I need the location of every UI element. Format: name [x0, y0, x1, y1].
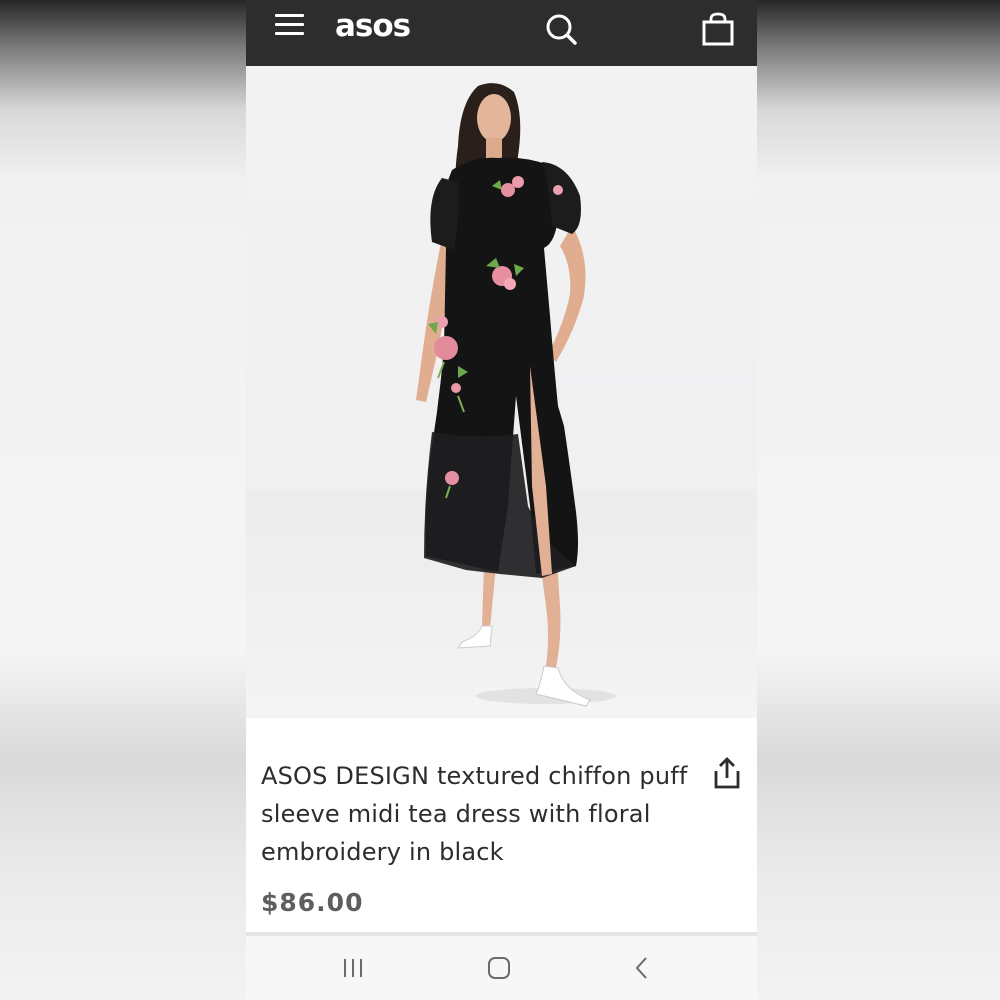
background-left: [0, 0, 246, 1000]
asos-logo[interactable]: asos: [335, 6, 411, 46]
recent-apps-icon[interactable]: [342, 956, 366, 980]
bag-icon[interactable]: [700, 11, 736, 47]
home-icon[interactable]: [486, 955, 512, 981]
background-right: [757, 0, 1000, 1000]
product-title: ASOS DESIGN textured chiffon puff sleeve…: [261, 762, 688, 866]
product-price: $86.00: [261, 888, 364, 917]
share-icon[interactable]: [712, 756, 742, 790]
system-nav-bar: [246, 936, 757, 1000]
phone-screen: asos ASOS DESIGN textured chiffon puff s…: [246, 0, 757, 1000]
menu-icon[interactable]: [275, 14, 305, 38]
product-image[interactable]: [246, 66, 757, 718]
back-icon[interactable]: [632, 955, 652, 981]
search-icon[interactable]: [543, 11, 579, 47]
app-header: asos: [246, 0, 757, 66]
product-info: ASOS DESIGN textured chiffon puff sleeve…: [246, 718, 757, 933]
